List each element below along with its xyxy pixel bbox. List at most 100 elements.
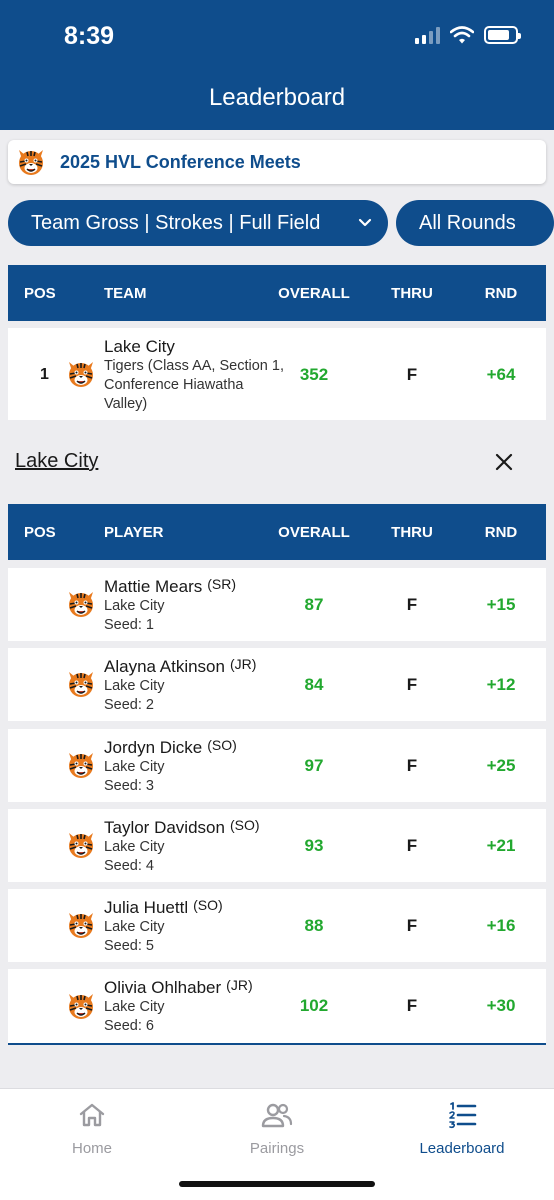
player-thru: F [406, 916, 418, 935]
player-seed: Seed: 1 [104, 617, 154, 633]
player-name: Mattie Mears [104, 577, 203, 596]
player-round: +16 [486, 916, 516, 935]
player-seed: Seed: 2 [104, 697, 154, 713]
player-grade: (JR) [229, 656, 257, 672]
tiger-logo-icon [66, 589, 96, 619]
player-name-block: Alayna Atkinson (JR) Lake City Seed: 2 [104, 656, 256, 715]
player-row[interactable]: Taylor Davidson (SO) Lake City Seed: 4 93… [8, 809, 546, 882]
tab-pairings-label: Pairings [249, 1140, 305, 1157]
player-grade: (SR) [207, 576, 237, 592]
player-grade: (SO) [193, 897, 223, 913]
player-team: Lake City [104, 759, 165, 775]
tiger-logo-icon [16, 147, 46, 177]
team-thru: F [406, 365, 418, 384]
player-name-block: Jordyn Dicke (SO) Lake City Seed: 3 [104, 737, 237, 796]
page-title: Leaderboard [208, 84, 346, 111]
column-header-rnd: RND [484, 524, 518, 541]
player-grade: (JR) [226, 977, 253, 993]
player-team: Lake City [104, 598, 165, 614]
column-header-thru: THRU [391, 524, 433, 541]
player-team: Lake City [104, 839, 165, 855]
wifi-icon [450, 26, 474, 44]
player-overall: 84 [304, 675, 324, 694]
player-thru: F [406, 836, 418, 855]
filter-bar: Team Gross | Strokes | Full Field All Ro… [8, 200, 554, 246]
tiger-logo-icon [66, 991, 96, 1021]
player-overall: 102 [299, 996, 329, 1015]
player-name-block: Julia Huettl (SO) Lake City Seed: 5 [104, 897, 223, 956]
player-round: +12 [486, 675, 516, 694]
team-name-block: Lake City Tigers (Class AA, Section 1, C… [104, 337, 284, 414]
rounds-filter-label: All Rounds [419, 211, 516, 234]
meet-title: 2025 HVL Conference Meets [60, 151, 301, 172]
list-bottom-divider [8, 1043, 546, 1045]
column-header-player: PLAYER [104, 524, 164, 541]
player-name-block: Olivia Ohlhaber (JR) Lake City Seed: 6 [104, 977, 253, 1036]
column-header-overall: OVERALL [278, 524, 350, 541]
tiger-logo-icon [66, 669, 96, 699]
player-seed: Seed: 6 [104, 1018, 154, 1034]
rounds-filter-button[interactable]: All Rounds [396, 200, 554, 246]
chevron-down-icon [358, 218, 372, 227]
people-icon [261, 1103, 293, 1128]
tiger-logo-icon [66, 830, 96, 860]
view-filter-dropdown[interactable]: Team Gross | Strokes | Full Field [8, 200, 388, 246]
column-header-team: TEAM [104, 285, 147, 302]
tab-leaderboard[interactable]: Leaderboard [370, 1089, 554, 1169]
selected-team-link[interactable]: Lake City [15, 450, 98, 473]
cellular-signal-icon [415, 26, 440, 44]
player-team: Lake City [104, 678, 165, 694]
column-header-rnd: RND [484, 285, 518, 302]
player-row[interactable]: Julia Huettl (SO) Lake City Seed: 5 88 F … [8, 889, 546, 962]
player-round: +15 [486, 595, 516, 614]
player-overall: 97 [304, 756, 324, 775]
team-name: Lake City [104, 337, 175, 356]
team-overall: 352 [299, 365, 329, 384]
player-row[interactable]: Jordyn Dicke (SO) Lake City Seed: 3 97 F … [8, 729, 546, 802]
home-indicator [179, 1181, 375, 1187]
player-row[interactable]: Mattie Mears (SR) Lake City Seed: 1 87 F … [8, 568, 546, 641]
player-name: Taylor Davidson [104, 818, 225, 837]
team-position: 1 [40, 366, 49, 383]
player-team: Lake City [104, 999, 165, 1015]
team-round: +64 [486, 365, 516, 384]
column-header-pos: POS [24, 524, 56, 541]
player-name: Jordyn Dicke [104, 738, 203, 757]
player-overall: 93 [304, 836, 324, 855]
column-header-thru: THRU [391, 285, 433, 302]
tab-home[interactable]: Home [0, 1089, 184, 1169]
column-header-overall: OVERALL [278, 285, 350, 302]
view-filter-label: Team Gross | Strokes | Full Field [31, 211, 321, 234]
close-icon[interactable] [494, 452, 514, 472]
player-row[interactable]: Alayna Atkinson (JR) Lake City Seed: 2 84… [8, 648, 546, 721]
player-round: +25 [486, 756, 516, 775]
column-header-pos: POS [24, 285, 56, 302]
meet-selector[interactable]: 2025 HVL Conference Meets [8, 140, 546, 184]
tab-pairings[interactable]: Pairings [185, 1089, 369, 1169]
team-table-header: POS TEAM OVERALL THRU RND [8, 265, 546, 321]
player-thru: F [406, 996, 418, 1015]
player-name: Alayna Atkinson [104, 657, 225, 676]
player-thru: F [406, 595, 418, 614]
player-round: +21 [486, 836, 516, 855]
player-round: +30 [486, 996, 516, 1015]
player-overall: 87 [304, 595, 324, 614]
player-seed: Seed: 3 [104, 778, 154, 794]
player-seed: Seed: 4 [104, 858, 154, 874]
tiger-logo-icon [66, 359, 96, 389]
home-icon [79, 1103, 105, 1127]
player-thru: F [406, 756, 418, 775]
player-overall: 88 [304, 916, 324, 935]
player-name-block: Taylor Davidson (SO) Lake City Seed: 4 [104, 817, 260, 876]
battery-icon [484, 26, 521, 44]
tab-leaderboard-label: Leaderboard [419, 1140, 505, 1157]
tiger-logo-icon [66, 910, 96, 940]
team-row[interactable]: 1 Lake City Tigers (Class AA, Section 1,… [8, 328, 546, 420]
tab-home-label: Home [71, 1140, 112, 1157]
player-thru: F [406, 675, 418, 694]
player-seed: Seed: 5 [104, 938, 154, 954]
status-time: 8:39 [64, 22, 115, 50]
player-name: Julia Huettl [104, 898, 189, 917]
player-row[interactable]: Olivia Ohlhaber (JR) Lake City Seed: 6 10… [8, 969, 546, 1043]
tiger-logo-icon [66, 750, 96, 780]
